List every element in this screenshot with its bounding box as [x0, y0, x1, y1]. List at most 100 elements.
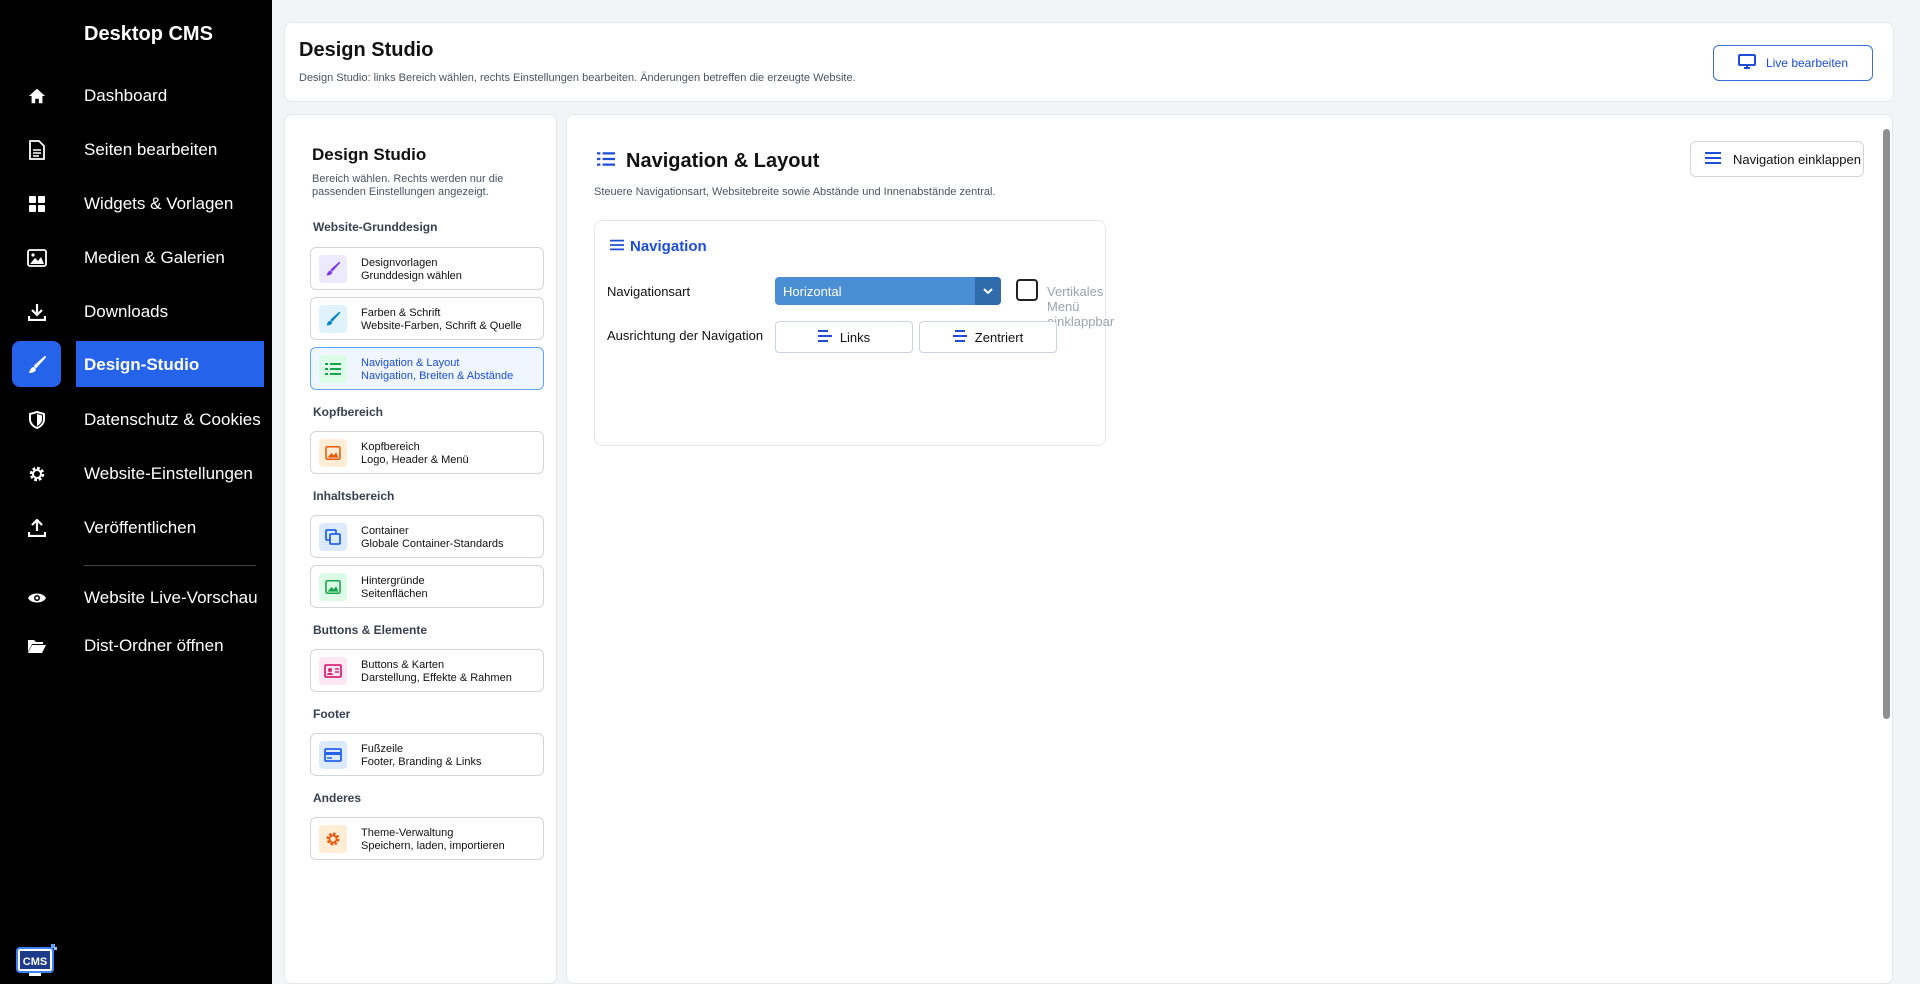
- app-title: Desktop CMS: [84, 23, 213, 45]
- panel-item-container[interactable]: Container Globale Container-Standards: [310, 515, 544, 558]
- card-title-text: Navigation: [630, 238, 707, 255]
- sidebar-item-live-preview[interactable]: Website Live-Vorschau: [0, 575, 272, 621]
- item-subtitle: Speichern, laden, importieren: [361, 840, 505, 852]
- card-title: Navigation: [610, 238, 707, 255]
- image-icon: [319, 439, 347, 467]
- settings-panel: Navigation & Layout Steuere Navigationsa…: [566, 114, 1893, 984]
- brush-icon: [319, 255, 347, 283]
- item-title: Container: [361, 525, 409, 537]
- item-subtitle: Footer, Branding & Links: [361, 756, 482, 768]
- page-title: Design Studio: [299, 39, 434, 61]
- id-card-icon: [319, 657, 347, 685]
- panel-item-theme-verwaltung[interactable]: Theme-Verwaltung Speichern, laden, impor…: [310, 817, 544, 860]
- sidebar-item-publish[interactable]: Veröffentlichen: [0, 505, 272, 551]
- panel-item-designvorlagen[interactable]: Designvorlagen Grunddesign wählen: [310, 247, 544, 290]
- panel-item-kopfbereich[interactable]: Kopfbereich Logo, Header & Menü: [310, 431, 544, 474]
- vertical-collapse-checkbox[interactable]: [1016, 279, 1038, 301]
- page-subtitle: Design Studio: links Bereich wählen, rec…: [299, 72, 856, 84]
- item-title: Designvorlagen: [361, 257, 438, 269]
- list-icon: [597, 151, 615, 172]
- panel-item-farben-schrift[interactable]: Farben & Schrift Website-Farben, Schrift…: [310, 297, 544, 340]
- collapse-navigation-button[interactable]: Navigation einklappen: [1690, 141, 1864, 177]
- sidebar-item-dashboard[interactable]: Dashboard: [0, 73, 272, 119]
- panel-item-navigation-layout[interactable]: Navigation & Layout Navigation, Breiten …: [310, 347, 544, 390]
- align-label: Links: [839, 329, 871, 345]
- group-label: Website-Grunddesign: [313, 220, 438, 234]
- panel-item-fusszeile[interactable]: Fußzeile Footer, Branding & Links: [310, 733, 544, 776]
- item-title: Farben & Schrift: [361, 307, 441, 319]
- panel-subtitle: Bereich wählen. Rechts werden nur die pa…: [312, 173, 504, 198]
- chevron-down-icon: [975, 277, 1001, 305]
- page-header: Design Studio Design Studio: links Berei…: [284, 22, 1894, 102]
- item-subtitle: Navigation, Breiten & Abstände: [361, 370, 514, 382]
- navigation-type-select[interactable]: Horizontal: [775, 277, 1001, 305]
- sidebar: Desktop CMS Dashboard Seiten bearbeiten …: [0, 0, 272, 984]
- item-title: Hintergründe: [361, 575, 425, 587]
- gear-icon: [319, 825, 347, 853]
- sidebar-item-label: Seiten bearbeiten: [84, 140, 218, 159]
- download-icon: [26, 301, 48, 323]
- item-title: Navigation & Layout: [361, 357, 460, 369]
- group-label: Kopfbereich: [313, 405, 384, 419]
- item-subtitle: Logo, Header & Menü: [361, 454, 469, 466]
- item-subtitle: Seitenflächen: [361, 588, 428, 600]
- item-title: Kopfbereich: [361, 441, 420, 453]
- align-left-icon: [817, 329, 832, 345]
- item-subtitle: Darstellung, Effekte & Rahmen: [361, 672, 512, 684]
- sidebar-item-label: Downloads: [84, 302, 169, 321]
- list-icon: [319, 355, 347, 383]
- item-subtitle: Website-Farben, Schrift & Quelle: [361, 320, 522, 332]
- align-left-button[interactable]: Links: [775, 321, 913, 353]
- monitor-icon: [1737, 54, 1756, 72]
- sidebar-item-widgets[interactable]: Widgets & Vorlagen: [0, 181, 272, 227]
- item-title: Fußzeile: [361, 743, 404, 755]
- menu-icon: [610, 238, 624, 255]
- scrollbar[interactable]: [1883, 129, 1890, 719]
- credit-card-icon: [319, 741, 347, 769]
- align-center-icon: [952, 329, 967, 345]
- panel-item-hintergruende[interactable]: Hintergründe Seitenflächen: [310, 565, 544, 608]
- image-icon: [26, 247, 48, 269]
- item-title: Buttons & Karten: [361, 659, 445, 671]
- sidebar-item-pages[interactable]: Seiten bearbeiten: [0, 127, 272, 173]
- section-subtitle: Steuere Navigationsart, Websitebreite so…: [594, 186, 996, 198]
- collapse-navigation-label: Navigation einklappen: [1733, 151, 1861, 167]
- upload-icon: [26, 517, 48, 539]
- sidebar-item-label: Dist-Ordner öffnen: [84, 636, 224, 655]
- sidebar-item-label: Website Live-Vorschau: [84, 588, 258, 607]
- sidebar-divider: [84, 565, 256, 566]
- align-center-button[interactable]: Zentriert: [919, 321, 1057, 353]
- sidebar-item-label: Dashboard: [84, 86, 168, 105]
- sidebar-item-label: Datenschutz & Cookies: [84, 410, 261, 429]
- section-title: Navigation & Layout: [626, 150, 820, 172]
- file-icon: [26, 139, 48, 161]
- field-label: Ausrichtung der Navigation: [607, 328, 764, 343]
- eye-icon: [26, 587, 48, 609]
- brush-icon: [319, 305, 347, 333]
- group-label: Anderes: [313, 791, 362, 805]
- menu-icon: [1705, 151, 1721, 167]
- sidebar-item-privacy[interactable]: Datenschutz & Cookies: [0, 397, 272, 443]
- sidebar-item-media[interactable]: Medien & Galerien: [0, 235, 272, 281]
- item-title: Theme-Verwaltung: [361, 827, 454, 839]
- sidebar-item-downloads[interactable]: Downloads: [0, 289, 272, 335]
- design-studio-panel: Design Studio Bereich wählen. Rechts wer…: [284, 114, 557, 984]
- select-value: Horizontal: [783, 283, 842, 299]
- item-subtitle: Globale Container-Standards: [361, 538, 504, 550]
- sidebar-item-dist-folder[interactable]: Dist-Ordner öffnen: [0, 623, 272, 669]
- copy-icon: [319, 523, 347, 551]
- sidebar-item-design-studio[interactable]: Design-Studio: [0, 341, 272, 389]
- live-edit-label: Live bearbeiten: [1765, 56, 1849, 70]
- cms-logo: CMS: [16, 944, 58, 978]
- sidebar-item-label: Website-Einstellungen: [84, 464, 253, 483]
- group-label: Footer: [313, 707, 351, 721]
- live-edit-button[interactable]: Live bearbeiten: [1713, 45, 1873, 81]
- field-label: Navigationsart: [607, 284, 691, 299]
- item-subtitle: Grunddesign wählen: [361, 270, 462, 282]
- sidebar-item-label: Veröffentlichen: [84, 518, 197, 537]
- svg-text:CMS: CMS: [23, 956, 47, 968]
- sidebar-item-settings[interactable]: Website-Einstellungen: [0, 451, 272, 497]
- grid-icon: [26, 193, 48, 215]
- panel-item-buttons-karten[interactable]: Buttons & Karten Darstellung, Effekte & …: [310, 649, 544, 692]
- image-icon: [319, 573, 347, 601]
